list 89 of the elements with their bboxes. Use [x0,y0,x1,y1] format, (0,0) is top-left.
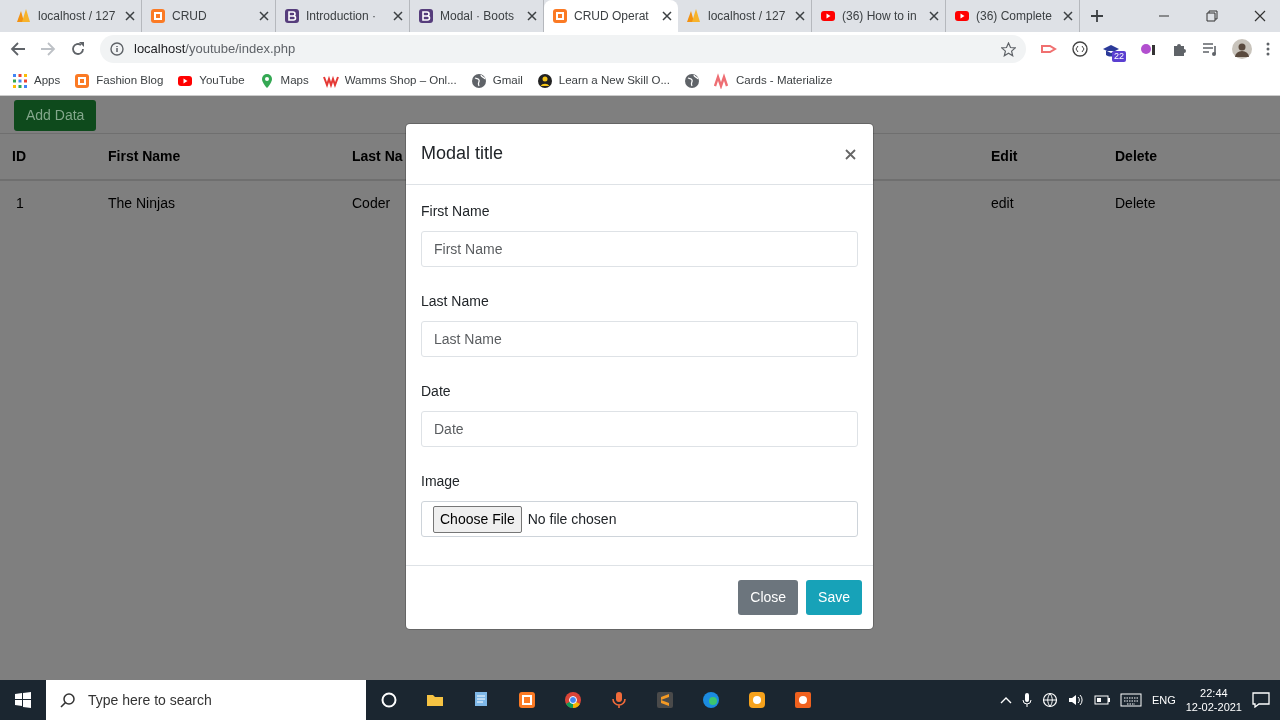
clock-time[interactable]: 22:44 [1185,685,1242,700]
field-label: Date [421,382,452,401]
field-label: Image [421,472,461,491]
address-bar[interactable]: localhost/youtube/index.php [100,35,1026,63]
reload-icon[interactable] [70,41,86,57]
more-menu-icon[interactable] [1266,42,1270,56]
bookmark-link[interactable]: Fashion Blog [74,71,164,90]
caret-up-icon[interactable] [999,696,1012,704]
bookmark-link[interactable]: Gmail [470,71,523,90]
globe-icon [470,72,487,89]
choose-file-button[interactable]: Choose File [433,505,522,533]
globe-icon[interactable] [1041,692,1058,708]
close-icon[interactable] [795,11,805,21]
input-field[interactable]: First Name [421,231,858,267]
taskbar-search[interactable]: Type here to search [46,680,366,720]
microphone-icon[interactable] [1021,692,1032,708]
browser-tab[interactable]: CRUD Operat [544,0,678,32]
add-data-button[interactable]: Add Data [14,100,97,131]
bookmark-link[interactable]: Cards - Materialize [714,71,833,90]
code-circle-icon[interactable] [1072,41,1088,57]
table-cell: edit [991,195,1014,211]
keyboard-icon[interactable] [1119,693,1142,707]
language-indicator[interactable]: ENG [1151,691,1176,709]
table-cell: Delete [1115,195,1156,211]
modal-title: Modal title [421,143,504,165]
close-icon[interactable] [1254,10,1266,22]
column-header: ID [12,148,26,164]
restore-icon[interactable] [1206,10,1218,22]
close-icon[interactable] [125,11,135,21]
input-field[interactable]: Last Name [421,321,858,357]
video-play-icon [954,8,970,24]
globe-icon[interactable] [684,72,700,89]
badge-count: 22 [1112,51,1126,62]
notification-icon[interactable] [1252,692,1270,708]
close-icon[interactable] [393,11,403,21]
new-tab-icon[interactable] [1090,9,1104,23]
cortana-circle-icon[interactable] [379,690,399,710]
m-logo-icon [714,72,730,89]
close-icon[interactable] [1063,11,1073,21]
info-icon [110,42,124,56]
back-arrow-icon[interactable] [10,41,26,57]
table-cell: Coder [352,195,391,211]
table-cell: The Ninjas [108,195,175,211]
input-field[interactable]: Date [421,411,858,447]
close-icon[interactable] [259,11,269,21]
profile-avatar-icon[interactable] [1232,39,1252,59]
chrome-icon[interactable] [563,690,583,710]
xampp-icon[interactable] [517,690,537,710]
playlist-icon[interactable] [1202,41,1218,57]
bootstrap-icon [284,8,300,24]
column-header: First Name [108,148,181,164]
battery-icon[interactable] [1093,695,1110,705]
pma-icon [16,8,32,24]
sublime-icon[interactable] [655,690,675,710]
circle-app-icon[interactable] [747,690,767,710]
xampp-icon [552,8,568,24]
bootstrap-icon [418,8,434,24]
search-icon [60,692,76,708]
apps-grid-icon [12,72,28,89]
pma-icon [686,8,702,24]
column-header: Edit [991,148,1018,164]
avatar-logo-icon [536,72,553,89]
bookmark-link[interactable]: Learn a New Skill O... [536,71,670,90]
close-button[interactable]: Close [738,580,799,615]
bookmark-link[interactable]: Maps [258,71,309,90]
square-app-icon[interactable] [793,690,813,710]
bookmark-link[interactable]: Wamms Shop – Onl... [322,71,457,90]
close-icon[interactable] [662,11,672,21]
clock-date[interactable]: 12-02-2021 [1185,700,1242,715]
close-icon[interactable] [929,11,939,21]
windows-start-icon[interactable] [15,692,31,708]
edge-icon[interactable] [701,690,721,710]
bookmark-star-icon[interactable] [1001,41,1016,57]
url-text: localhost/youtube/index.php [134,40,296,59]
file-input[interactable]: Choose File No file chosen [421,501,858,537]
xampp-icon [150,8,166,24]
close-icon[interactable] [527,11,537,21]
xampp-icon [74,72,91,89]
field-label: First Name [421,202,491,221]
puzzle-piece-icon[interactable] [1172,41,1188,57]
column-header: Delete [1115,148,1158,164]
close-icon [845,149,856,161]
field-label: Last Name [421,292,490,311]
bookmark-link[interactable]: Apps [12,71,61,90]
volume-icon[interactable] [1067,693,1084,707]
video-play-icon [820,8,836,24]
bookmark-link[interactable]: YouTube [177,71,245,90]
column-header: Last Na [352,148,403,164]
table-cell: 1 [16,195,24,211]
